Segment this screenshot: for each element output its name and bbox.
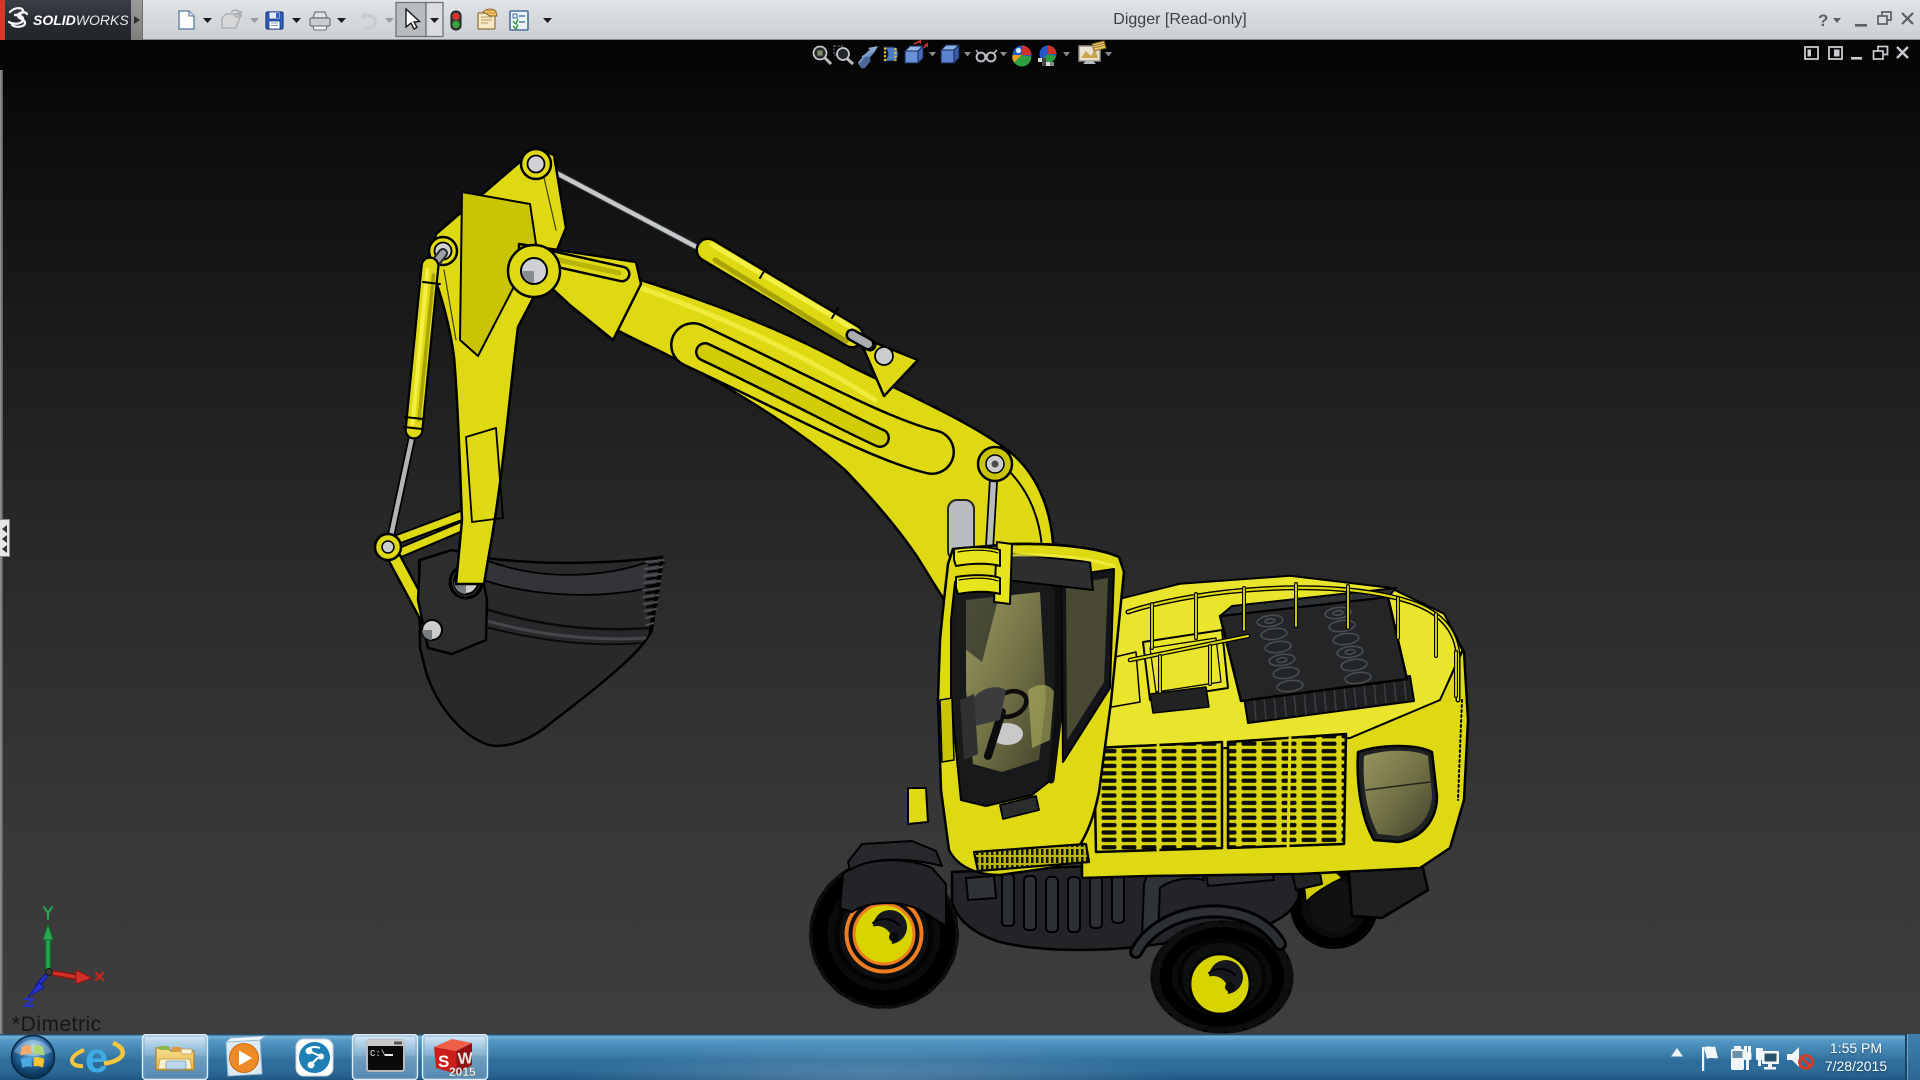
svg-text:?: ? xyxy=(1818,11,1828,30)
svg-text:C:\: C:\ xyxy=(370,1049,386,1059)
svg-text:S: S xyxy=(438,1052,449,1071)
svg-text:e: e xyxy=(85,1034,108,1080)
svg-text:2015: 2015 xyxy=(449,1065,476,1079)
